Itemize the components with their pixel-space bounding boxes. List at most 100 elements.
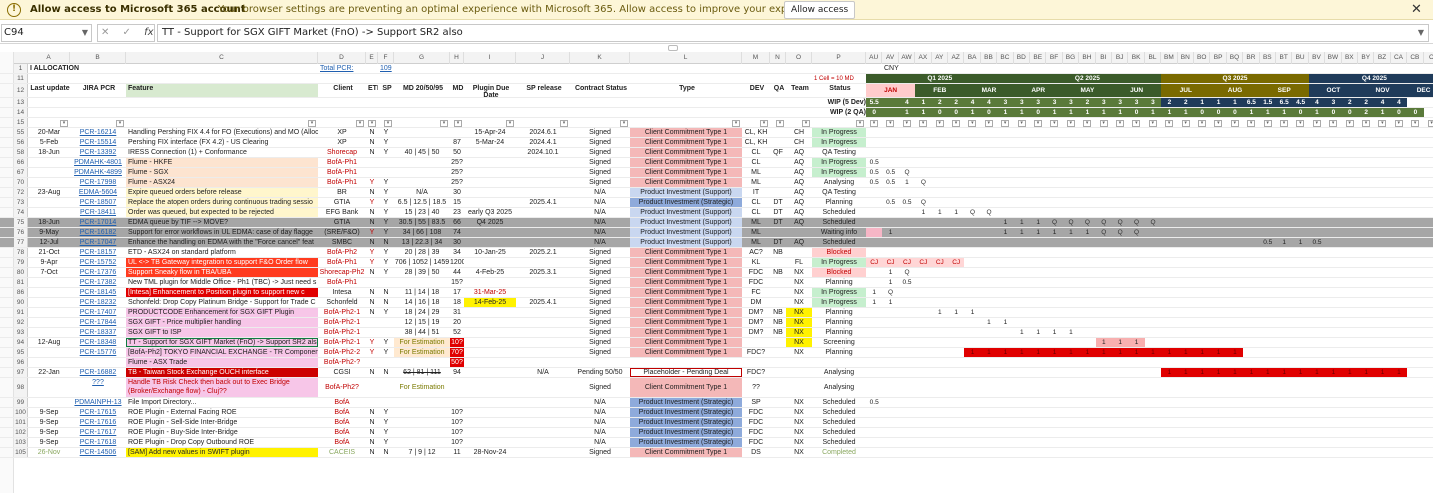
- cell-e[interactable]: N: [366, 428, 378, 437]
- cell-n[interactable]: QA: [770, 84, 786, 97]
- cell-m[interactable]: FC: [742, 288, 770, 297]
- cell-d[interactable]: BofA-Ph1: [318, 278, 366, 287]
- cell-m[interactable]: FDC: [742, 278, 770, 287]
- cell-f[interactable]: Y: [378, 408, 394, 417]
- cell-i[interactable]: 14-Feb-25: [464, 298, 516, 307]
- cell-p[interactable]: In Progress: [812, 158, 866, 167]
- cell-h[interactable]: 50: [450, 148, 464, 157]
- gantt-cell[interactable]: 1: [1161, 368, 1178, 377]
- filter-dropdown-icon[interactable]: ▾: [560, 120, 568, 127]
- gantt-cell[interactable]: 1: [866, 288, 882, 297]
- gantt-cell[interactable]: 1: [1095, 338, 1112, 347]
- filter-dropdown-icon[interactable]: ▾: [1394, 120, 1403, 127]
- gantt-cell[interactable]: Q: [964, 208, 980, 217]
- gantt-cell[interactable]: 0.5: [866, 168, 882, 177]
- filter-dropdown-icon[interactable]: ▾: [760, 120, 768, 127]
- cell-f[interactable]: Y: [378, 188, 394, 197]
- gantt-cell[interactable]: 1: [1308, 368, 1326, 377]
- filter-dropdown-icon[interactable]: ▾: [1132, 120, 1141, 127]
- cell-i[interactable]: [464, 408, 516, 417]
- cell-h[interactable]: 23: [450, 208, 464, 217]
- wip-cell[interactable]: 2: [1358, 98, 1375, 107]
- col-header-bj[interactable]: BJ: [1112, 52, 1129, 64]
- cell-d[interactable]: (SRE/F&O): [318, 228, 366, 237]
- cell-n[interactable]: [770, 178, 786, 187]
- gantt-cell[interactable]: Q: [1145, 218, 1161, 227]
- gantt-cell[interactable]: 1: [997, 228, 1013, 237]
- gantt-cell[interactable]: Q: [1128, 218, 1144, 227]
- gantt-cell[interactable]: 1: [1014, 228, 1030, 237]
- cell-k[interactable]: Contract Status: [570, 84, 630, 97]
- wip-cell[interactable]: 2: [1161, 98, 1178, 107]
- filter-dropdown-icon[interactable]: ▾: [384, 120, 392, 127]
- wip-cell[interactable]: 0: [1390, 108, 1408, 117]
- cell-n[interactable]: [770, 138, 786, 147]
- cell-p[interactable]: QA Testing: [812, 188, 866, 197]
- cell-g[interactable]: [394, 408, 450, 417]
- col-header-c[interactable]: C: [1424, 52, 1433, 64]
- cell-d[interactable]: BofA-Ph2-1: [318, 308, 366, 317]
- cell-n[interactable]: [770, 288, 786, 297]
- cell-p[interactable]: In Progress: [812, 288, 866, 297]
- filter-dropdown-icon[interactable]: ▾: [620, 120, 628, 127]
- cell-k[interactable]: Signed: [570, 178, 630, 187]
- cell-e[interactable]: Y: [366, 228, 378, 237]
- cell-a[interactable]: [28, 378, 70, 397]
- cell-a[interactable]: [28, 158, 70, 167]
- gantt-cell[interactable]: Q: [899, 268, 915, 277]
- cell-l[interactable]: Client Commitment Type 1: [630, 448, 742, 457]
- cell-n[interactable]: [770, 168, 786, 177]
- cell-f[interactable]: Y: [378, 148, 394, 157]
- cell-h[interactable]: 10?: [450, 428, 464, 437]
- wip-cell[interactable]: 1: [915, 108, 932, 117]
- cell-g[interactable]: [394, 158, 450, 167]
- cell-a[interactable]: 12-Jul: [28, 238, 70, 247]
- cell-j[interactable]: [516, 358, 570, 367]
- cell-n[interactable]: DT: [770, 198, 786, 207]
- cell-l[interactable]: Placeholder - Pending Deal: [630, 368, 742, 377]
- cell-e[interactable]: Y: [366, 338, 378, 347]
- gantt-cell[interactable]: 1: [1177, 348, 1194, 357]
- cell-p[interactable]: Scheduled: [812, 398, 866, 407]
- cell-i[interactable]: 28-Nov-24: [464, 448, 516, 457]
- cell-o[interactable]: AQ: [786, 218, 812, 227]
- cell-b[interactable]: PCR-17617: [70, 428, 126, 437]
- cell-k[interactable]: Signed: [570, 258, 630, 267]
- row-number[interactable]: 92: [14, 318, 28, 327]
- cell-h[interactable]: 17: [450, 288, 464, 297]
- cell-h[interactable]: 87: [450, 138, 464, 147]
- cell-g[interactable]: N/A: [394, 188, 450, 197]
- gantt-cell[interactable]: 1: [882, 268, 898, 277]
- cell-h[interactable]: MD: [450, 84, 464, 97]
- wip-cell[interactable]: 0: [1407, 108, 1424, 117]
- cell-b[interactable]: PCR-17407: [70, 308, 126, 317]
- cell-k[interactable]: N/A: [570, 418, 630, 427]
- gantt-cell[interactable]: 1: [1144, 348, 1162, 357]
- cell-o[interactable]: NX: [786, 418, 812, 427]
- filter-dropdown-icon[interactable]: ▾: [1280, 120, 1288, 127]
- cell-h[interactable]: [450, 128, 464, 137]
- cell-l[interactable]: Client Commitment Type 1: [630, 348, 742, 357]
- cell-g[interactable]: For Estimation: [394, 348, 450, 357]
- cell-h[interactable]: 30: [450, 238, 464, 247]
- cell-e[interactable]: [366, 378, 378, 397]
- cell-i[interactable]: [464, 348, 516, 357]
- spreadsheet-grid[interactable]: A B C D E F G H I J K L M N O P AU AV AW AX AY AZ BA BB BC BD BE BF…: [0, 52, 1433, 493]
- cell-k[interactable]: Signed: [570, 308, 630, 317]
- wip-cell[interactable]: 1: [1046, 108, 1063, 117]
- cell-c[interactable]: Flume - SGX: [126, 168, 318, 177]
- cell-e[interactable]: N: [366, 408, 378, 417]
- gantt-cell[interactable]: 1: [964, 308, 980, 317]
- row-number[interactable]: 1: [14, 64, 28, 73]
- col-header-bl[interactable]: BL: [1145, 52, 1162, 64]
- cell-p[interactable]: Waiting info: [812, 228, 866, 237]
- cell-k[interactable]: Signed: [570, 268, 630, 277]
- gantt-cell[interactable]: 1: [1226, 368, 1244, 377]
- cell-e[interactable]: [366, 318, 378, 327]
- cell-g[interactable]: 15 | 23 | 40: [394, 208, 450, 217]
- cell-n[interactable]: [770, 428, 786, 437]
- gantt-cell[interactable]: 1: [997, 318, 1013, 327]
- cell-p[interactable]: Scheduled: [812, 408, 866, 417]
- wip-cell[interactable]: 0: [1194, 108, 1211, 117]
- gantt-cell[interactable]: Q: [1128, 228, 1144, 237]
